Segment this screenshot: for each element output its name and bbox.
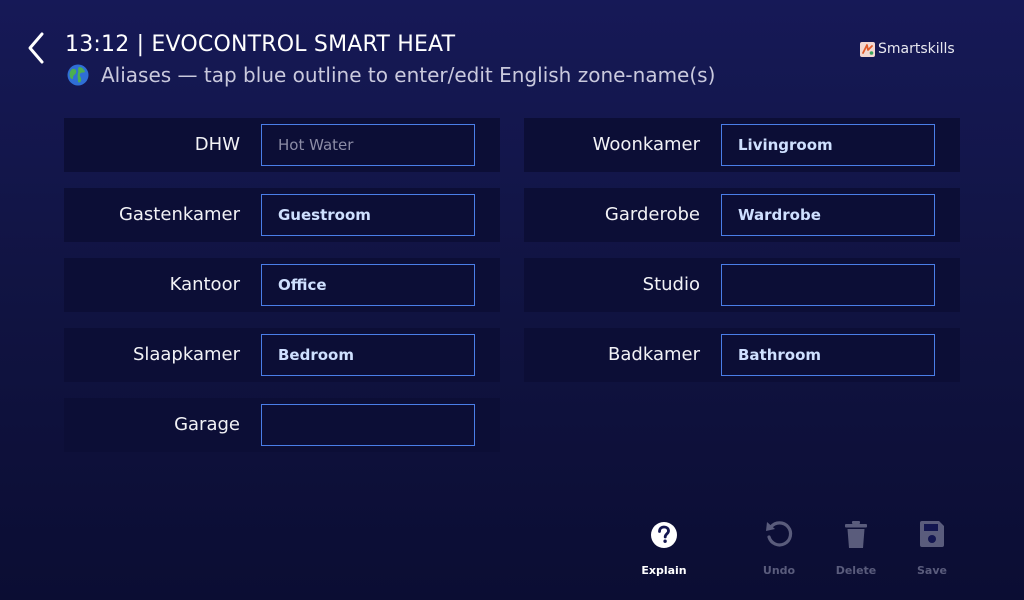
zone-label: Gastenkamer bbox=[118, 204, 240, 225]
zone-row-woonkamer: Woonkamer bbox=[524, 118, 960, 172]
zone-row-dhw: DHW bbox=[64, 118, 500, 172]
zone-row-badkamer: Badkamer bbox=[524, 328, 960, 382]
alias-input-gastenkamer[interactable] bbox=[261, 194, 475, 236]
zone-label: Woonkamer bbox=[592, 134, 700, 155]
alias-input-woonkamer[interactable] bbox=[721, 124, 935, 166]
alias-input-garderobe[interactable] bbox=[721, 194, 935, 236]
zone-row-gastenkamer: Gastenkamer bbox=[64, 188, 500, 242]
page-title: 13:12 | EVOCONTROL SMART HEAT bbox=[65, 32, 456, 57]
zone-row-garderobe: Garderobe bbox=[524, 188, 960, 242]
save-icon bbox=[920, 521, 944, 547]
zone-label: Studio bbox=[642, 274, 700, 295]
smartskills-logo-icon bbox=[860, 41, 875, 57]
zone-label: Garage bbox=[174, 414, 240, 435]
brand: Smartskills bbox=[860, 41, 955, 57]
trash-icon bbox=[845, 521, 867, 548]
zone-row-kantoor: Kantoor bbox=[64, 258, 500, 312]
alias-input-dhw[interactable] bbox=[261, 124, 475, 166]
save-label: Save bbox=[917, 564, 947, 577]
zone-row-studio: Studio bbox=[524, 258, 960, 312]
delete-button[interactable]: Delete bbox=[824, 518, 888, 577]
zone-label: Slaapkamer bbox=[132, 344, 240, 365]
zone-row-garage: Garage bbox=[64, 398, 500, 452]
zone-row-slaapkamer: Slaapkamer bbox=[64, 328, 500, 382]
zone-label: Badkamer bbox=[608, 344, 700, 365]
undo-icon bbox=[766, 521, 793, 547]
undo-label: Undo bbox=[762, 564, 796, 577]
chevron-left-icon bbox=[28, 32, 44, 64]
alias-input-studio[interactable] bbox=[721, 264, 935, 306]
alias-input-badkamer[interactable] bbox=[721, 334, 935, 376]
brand-name: Smartskills bbox=[878, 41, 955, 57]
back-button[interactable] bbox=[22, 30, 52, 66]
page-subtitle: Aliases — tap blue outline to enter/edit… bbox=[67, 63, 715, 87]
globe-icon bbox=[67, 64, 89, 86]
alias-input-slaapkamer[interactable] bbox=[261, 334, 475, 376]
zone-label: Kantoor bbox=[169, 274, 240, 295]
delete-label: Delete bbox=[835, 564, 877, 577]
alias-input-garage[interactable] bbox=[261, 404, 475, 446]
explain-button[interactable]: Explain bbox=[632, 518, 696, 577]
zone-label: DHW bbox=[194, 134, 240, 155]
zone-label: Garderobe bbox=[604, 204, 700, 225]
explain-label: Explain bbox=[641, 564, 687, 577]
undo-button[interactable]: Undo bbox=[747, 518, 811, 577]
save-button[interactable]: Save bbox=[900, 518, 964, 577]
help-circle-icon bbox=[651, 522, 677, 548]
alias-input-kantoor[interactable] bbox=[261, 264, 475, 306]
subtitle-text: Aliases — tap blue outline to enter/edit… bbox=[101, 63, 716, 87]
